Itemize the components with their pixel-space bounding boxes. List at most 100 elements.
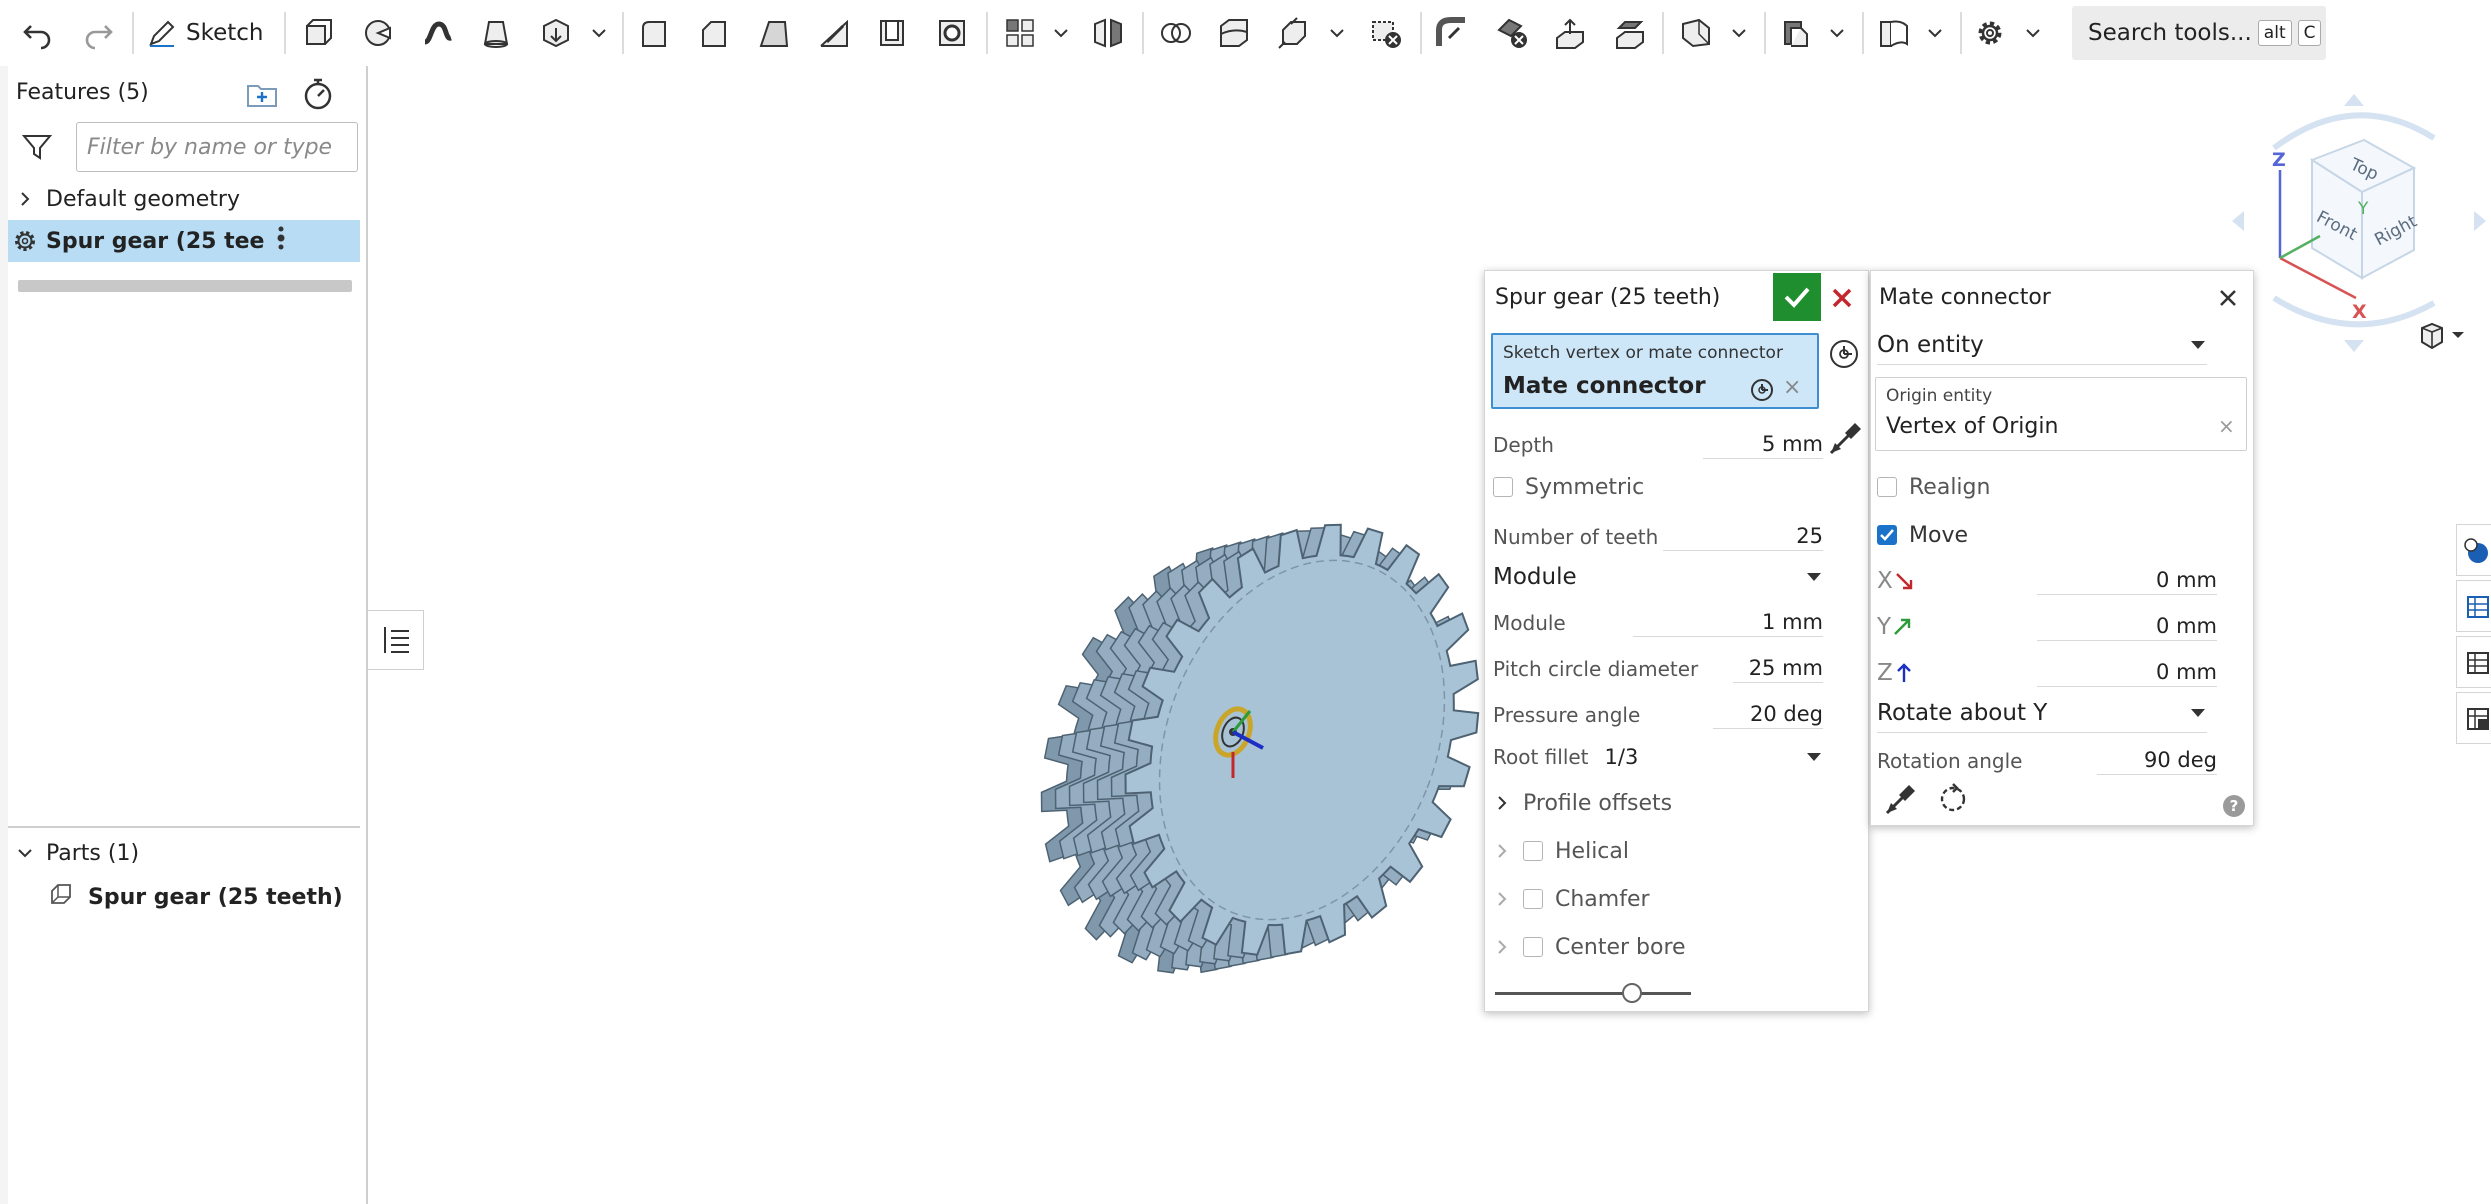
chevron-down-icon[interactable]: [1052, 24, 1070, 42]
mate-connector-icon[interactable]: [1827, 337, 1861, 371]
parts-section-header[interactable]: Parts (1): [8, 832, 360, 874]
sheet-metal-button[interactable]: [1774, 11, 1818, 55]
bom-panel-tab[interactable]: [2456, 580, 2491, 632]
root-fillet-dropdown[interactable]: 1/3: [1605, 745, 1823, 769]
symmetric-checkbox[interactable]: [1493, 477, 1513, 497]
boolean-button[interactable]: [1154, 11, 1198, 55]
history-slider-thumb[interactable]: [1622, 983, 1643, 1003]
clear-selection-icon[interactable]: ×: [1783, 375, 1801, 400]
chevron-down-icon[interactable]: [1926, 24, 1944, 42]
move-checkbox[interactable]: [1877, 525, 1897, 545]
profile-offsets-section[interactable]: Profile offsets: [1493, 783, 1672, 823]
z-offset-value[interactable]: 0 mm: [2037, 660, 2217, 687]
cancel-button[interactable]: [1825, 281, 1859, 315]
rotation-angle-field[interactable]: Rotation angle 90 deg: [1877, 741, 2217, 781]
flip-direction-icon[interactable]: [1827, 419, 1865, 457]
surface-button[interactable]: [1872, 11, 1916, 55]
chevron-down-icon[interactable]: [2024, 24, 2042, 42]
teeth-field[interactable]: Number of teeth 25: [1493, 517, 1823, 557]
thicken-button[interactable]: [534, 11, 578, 55]
realign-checkbox[interactable]: [1877, 477, 1897, 497]
pressure-angle-field[interactable]: Pressure angle 20 deg: [1493, 695, 1823, 735]
filter-icon[interactable]: [20, 130, 54, 164]
depth-value[interactable]: 5 mm: [1703, 432, 1823, 459]
search-tools-button[interactable]: Search tools... alt C: [2072, 6, 2326, 60]
linear-pattern-button[interactable]: [998, 11, 1042, 55]
gear-model-viewport[interactable]: [1040, 490, 1500, 1010]
chamfer-section[interactable]: Chamfer: [1493, 879, 1650, 919]
depth-field[interactable]: Depth 5 mm: [1493, 425, 1823, 465]
rollback-bar[interactable]: [18, 280, 352, 292]
x-offset-field[interactable]: X 0 mm: [1877, 561, 2217, 601]
rib-button[interactable]: [812, 11, 856, 55]
chevron-right-icon[interactable]: [8, 182, 42, 216]
module-value[interactable]: 1 mm: [1633, 610, 1823, 637]
helical-section[interactable]: Helical: [1493, 831, 1629, 871]
chamfer-button[interactable]: [692, 11, 736, 55]
center-bore-section[interactable]: Center bore: [1493, 927, 1686, 967]
chevron-down-icon[interactable]: [1730, 24, 1748, 42]
helical-checkbox[interactable]: [1523, 841, 1543, 861]
undo-button[interactable]: [16, 11, 60, 55]
chevron-down-icon[interactable]: [1828, 24, 1846, 42]
center-bore-checkbox[interactable]: [1523, 937, 1543, 957]
history-slider-track[interactable]: [1495, 992, 1691, 995]
sketch-button[interactable]: Sketch: [146, 11, 272, 55]
mode-dropdown[interactable]: Module: [1493, 557, 1823, 597]
ok-button[interactable]: [1773, 273, 1821, 321]
toggle-panel-button[interactable]: [368, 610, 424, 670]
chevron-right-icon[interactable]: [1493, 794, 1511, 812]
selection-field[interactable]: Sketch vertex or mate connector Mate con…: [1491, 333, 1819, 409]
reorient-secondary-axis-icon[interactable]: [1935, 781, 1971, 817]
move-face-button[interactable]: [1548, 11, 1592, 55]
part-item-spur-gear[interactable]: Spur gear (25 teeth): [8, 876, 360, 918]
stopwatch-icon[interactable]: [300, 76, 336, 112]
flip-primary-axis-icon[interactable]: [1883, 781, 1919, 817]
shell-button[interactable]: [870, 11, 914, 55]
teeth-value[interactable]: 25: [1663, 524, 1823, 551]
draft-button[interactable]: [752, 11, 796, 55]
chevron-right-icon[interactable]: [1493, 938, 1511, 956]
variable-table-tab[interactable]: [2456, 636, 2491, 688]
sweep-button[interactable]: [416, 11, 460, 55]
custom-features-button[interactable]: [1968, 11, 2012, 55]
pitch-diameter-value[interactable]: 25 mm: [1733, 656, 1823, 683]
mirror-button[interactable]: [1086, 11, 1130, 55]
chevron-down-icon[interactable]: [1328, 24, 1346, 42]
configurations-tab[interactable]: [2456, 692, 2491, 744]
tree-item-default-geometry[interactable]: Default geometry: [8, 178, 360, 220]
realign-option[interactable]: Realign: [1877, 467, 1990, 507]
tree-item-spur-gear[interactable]: Spur gear (25 tee...: [8, 220, 360, 262]
root-fillet-field[interactable]: Root fillet 1/3: [1493, 737, 1823, 777]
origin-entity-field[interactable]: Origin entity Vertex of Origin ×: [1875, 377, 2247, 451]
y-offset-field[interactable]: Y 0 mm: [1877, 607, 2217, 647]
delete-face-button[interactable]: [1490, 11, 1534, 55]
appearance-panel-tab[interactable]: [2456, 524, 2491, 576]
plane-button[interactable]: [1674, 11, 1718, 55]
type-dropdown[interactable]: On entity: [1877, 325, 2207, 365]
delete-part-button[interactable]: [1364, 11, 1408, 55]
revolve-button[interactable]: [356, 11, 400, 55]
z-offset-field[interactable]: Z 0 mm: [1877, 653, 2217, 693]
pressure-angle-value[interactable]: 20 deg: [1713, 702, 1823, 729]
chevron-right-icon[interactable]: [1493, 890, 1511, 908]
fillet-button[interactable]: [632, 11, 676, 55]
split-button[interactable]: [1212, 11, 1256, 55]
pitch-diameter-field[interactable]: Pitch circle diameter 25 mm: [1493, 649, 1823, 689]
filter-input[interactable]: [76, 122, 358, 172]
modify-fillet-button[interactable]: [1430, 11, 1474, 55]
loft-button[interactable]: [474, 11, 518, 55]
redo-button[interactable]: [76, 11, 120, 55]
x-offset-value[interactable]: 0 mm: [2037, 568, 2217, 595]
rotate-axis-dropdown[interactable]: Rotate about Y: [1877, 693, 2207, 733]
symmetric-option[interactable]: Symmetric: [1493, 467, 1644, 507]
transform-button[interactable]: [1272, 11, 1316, 55]
chevron-down-icon[interactable]: [590, 24, 608, 42]
replace-face-button[interactable]: [1608, 11, 1652, 55]
chamfer-checkbox[interactable]: [1523, 889, 1543, 909]
extrude-button[interactable]: [296, 11, 340, 55]
more-options-icon[interactable]: [276, 223, 286, 259]
chevron-right-icon[interactable]: [1493, 842, 1511, 860]
move-option[interactable]: Move: [1877, 515, 1968, 555]
help-icon[interactable]: ?: [2223, 795, 2245, 817]
